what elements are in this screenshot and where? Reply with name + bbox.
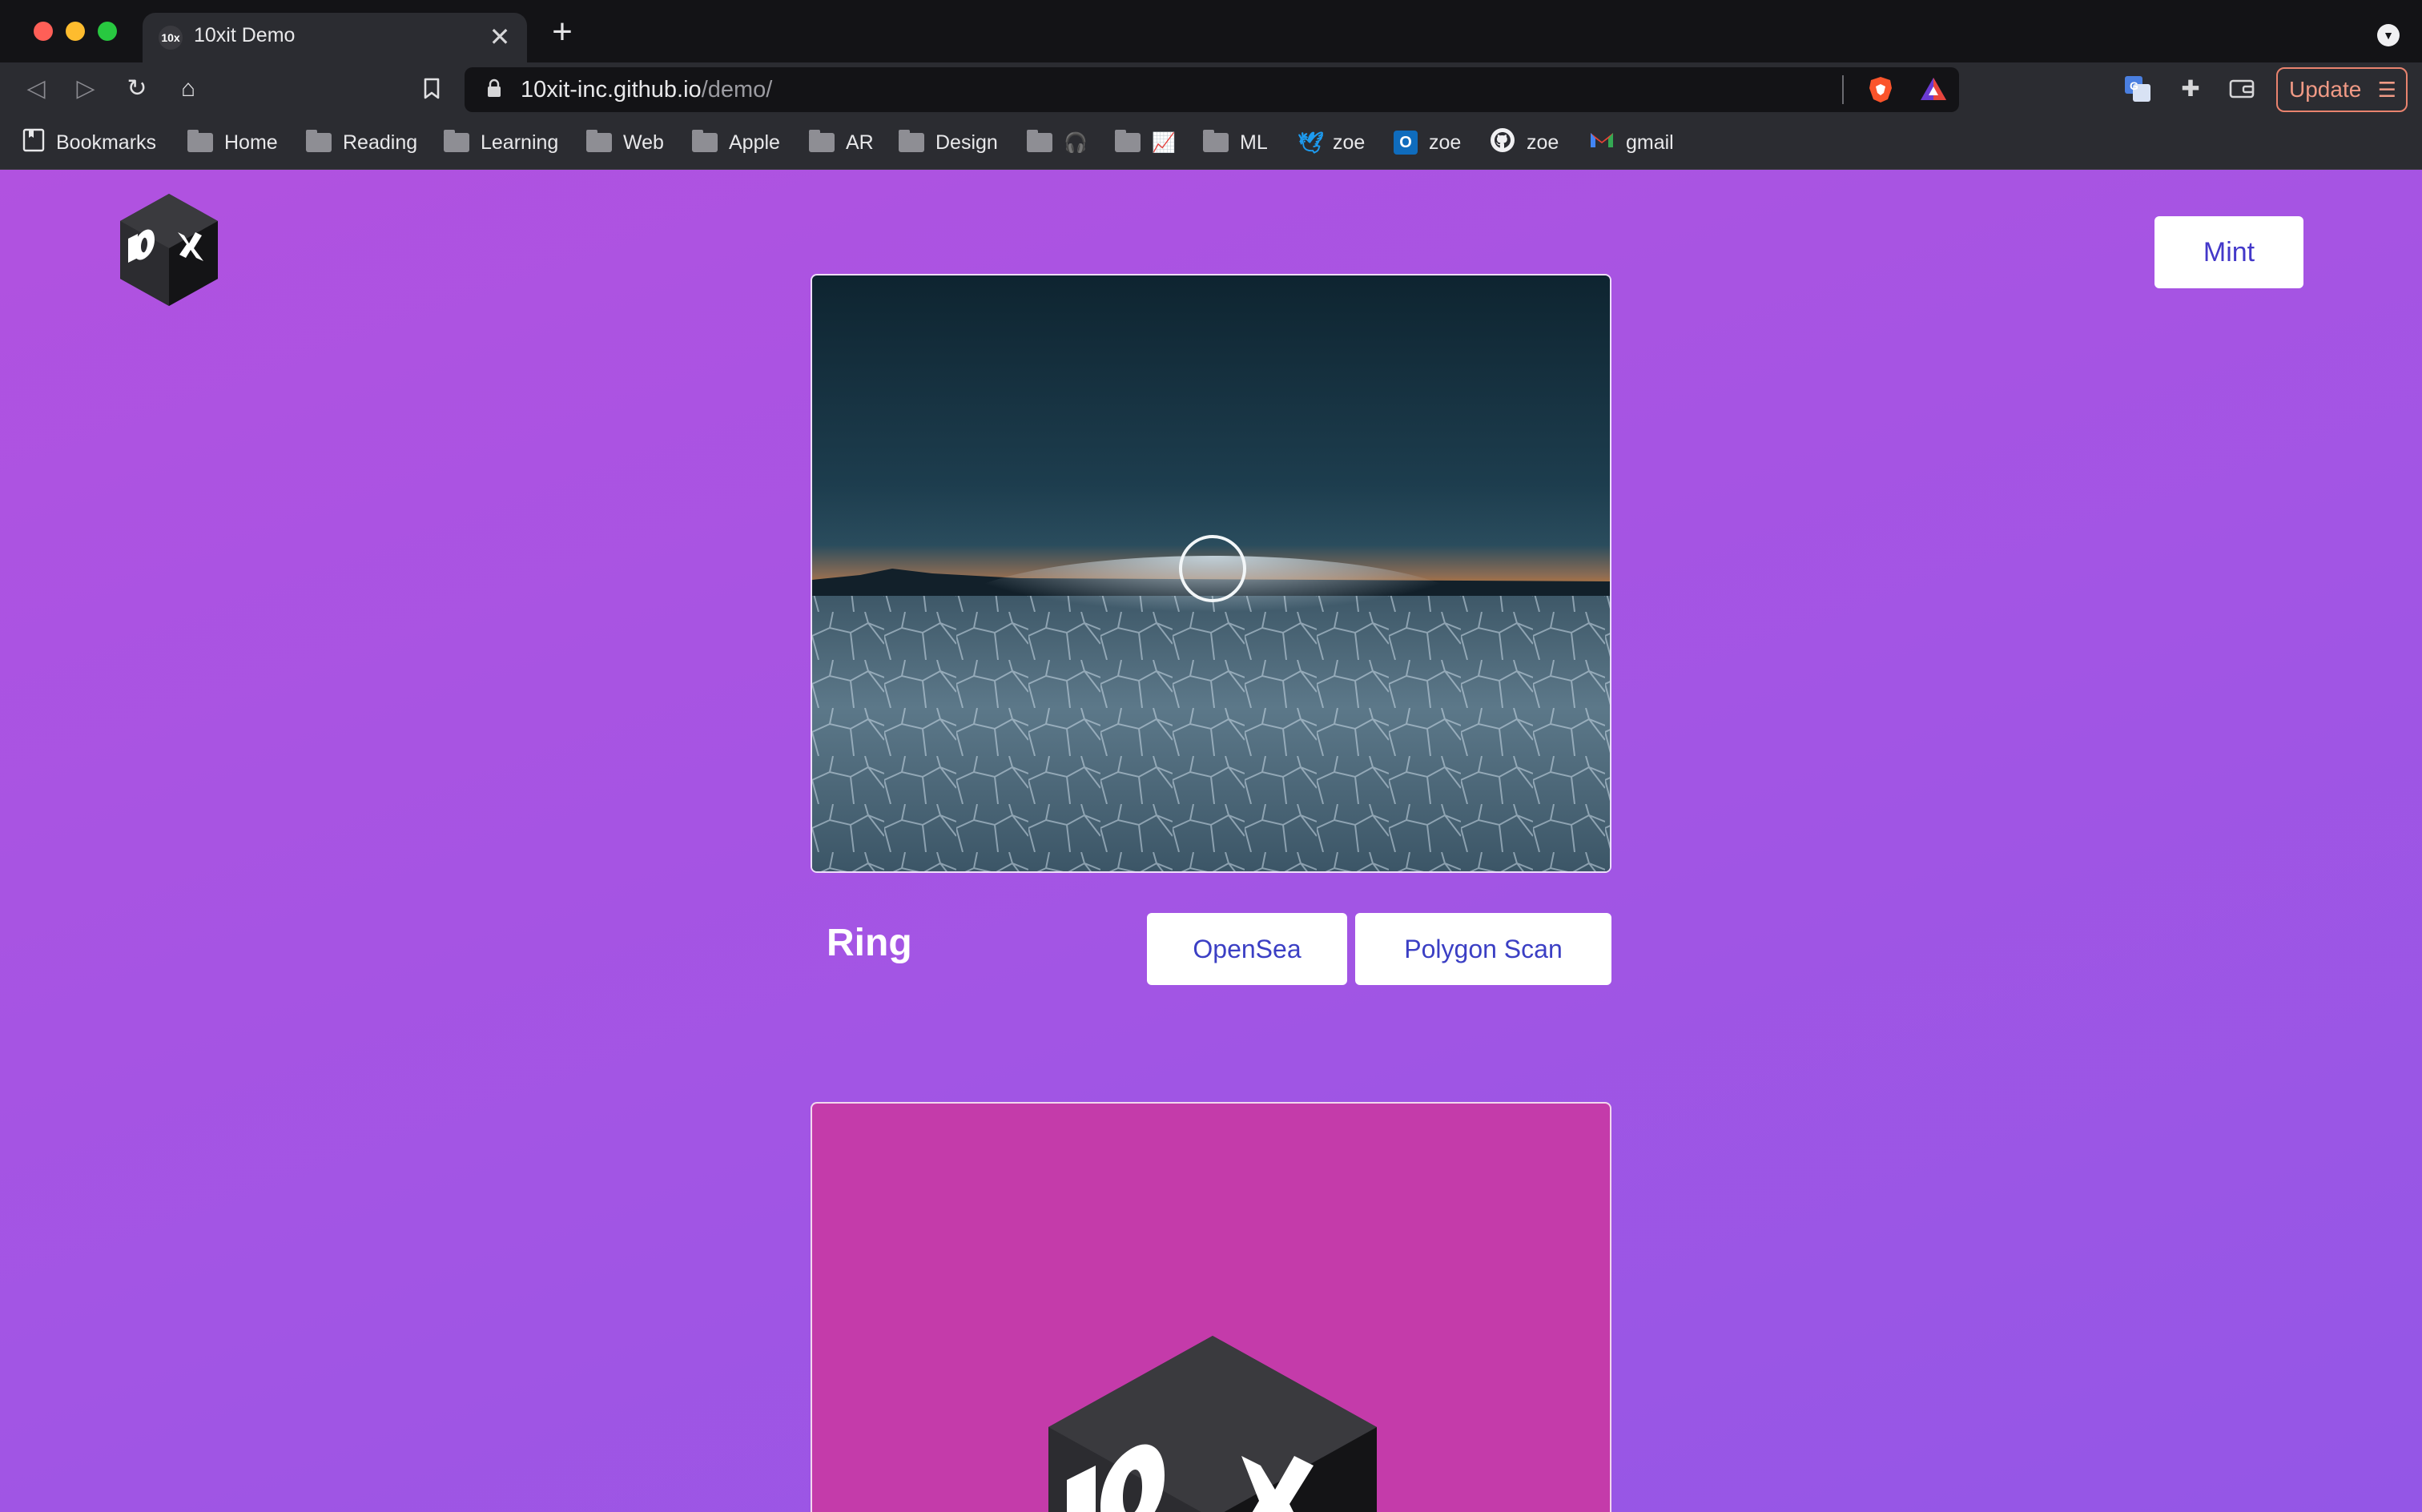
bookmark-item[interactable]: 🕊 zoe <box>1298 127 1365 159</box>
nft-ring-image <box>811 274 1611 873</box>
bookmark-folder[interactable]: ML <box>1203 127 1268 159</box>
bookmarks-icon <box>22 128 45 158</box>
extensions-puzzle-icon[interactable]: ✚ <box>2174 72 2207 106</box>
bookmark-label: Web <box>623 131 664 154</box>
bookmark-label: ML <box>1240 131 1268 154</box>
home-icon[interactable]: ⌂ <box>170 70 207 107</box>
gmail-icon <box>1589 130 1615 156</box>
bookmark-label: zoe <box>1429 131 1462 154</box>
tab-title: 10xit Demo <box>194 24 296 46</box>
address-bar[interactable]: 10xit-inc.github.io/demo/ <box>465 67 1959 112</box>
headphones-icon: 🎧 <box>1064 131 1088 154</box>
reload-icon[interactable]: ↻ <box>119 70 155 107</box>
bookmark-folder[interactable]: Apple <box>692 127 780 159</box>
nft-10x-cube-image <box>811 1102 1611 1512</box>
bookmark-label: Reading <box>343 131 418 154</box>
bookmark-page-icon[interactable] <box>413 70 450 107</box>
opensea-button[interactable]: OpenSea <box>1147 913 1347 985</box>
bookmark-folder[interactable]: 🎧 <box>1027 127 1088 159</box>
folder-icon <box>187 130 213 152</box>
bookmark-label: zoe <box>1527 131 1559 154</box>
minimize-window-button[interactable] <box>66 22 85 41</box>
outlook-icon: O <box>1394 131 1418 155</box>
svg-text:G: G <box>2130 79 2138 92</box>
page-content: Mint Ring OpenSea Polygon Scan <box>0 170 2422 1512</box>
folder-icon <box>306 130 332 152</box>
bookmark-label: zoe <box>1333 131 1366 154</box>
bookmarks-bar: Bookmarks Home Reading Learning Web Appl… <box>0 115 2422 170</box>
tab-search-chevron-icon[interactable]: ▼ <box>2377 24 2400 46</box>
update-button[interactable]: Update ☰ <box>2276 67 2408 112</box>
bookmark-label: Learning <box>481 131 559 154</box>
bookmark-item[interactable]: Ozoe <box>1394 127 1461 159</box>
update-label: Update <box>2289 77 2362 102</box>
browser-tab-strip: 10x 10xit Demo ✕ + ▼ <box>0 0 2422 62</box>
polygon-scan-button[interactable]: Polygon Scan <box>1355 913 1611 985</box>
bookmark-label: Apple <box>729 131 780 154</box>
bookmark-folder[interactable]: Web <box>586 127 664 159</box>
translate-icon[interactable]: G <box>2121 72 2154 106</box>
chart-icon: 📈 <box>1152 131 1176 154</box>
forward-arrow-icon[interactable]: ▷ <box>67 70 104 107</box>
url-path: /demo/ <box>701 77 773 103</box>
bookmark-folder[interactable]: AR <box>809 127 874 159</box>
bookmark-label: gmail <box>1626 131 1674 154</box>
bookmark-item[interactable]: Bookmarks <box>22 127 156 159</box>
nft-title: Ring <box>827 922 912 964</box>
bookmark-item[interactable]: gmail <box>1589 127 1674 159</box>
brave-shields-icon[interactable] <box>1866 75 1895 104</box>
zoom-window-button[interactable] <box>98 22 117 41</box>
url-text: 10xit-inc.github.io/demo/ <box>521 77 772 103</box>
url-host: 10xit-inc.github.io <box>521 77 702 103</box>
bookmark-label: Home <box>224 131 278 154</box>
tab-favicon-icon: 10x <box>159 26 183 50</box>
brave-rewards-icon[interactable] <box>1919 75 1948 104</box>
bookmark-label: Design <box>935 131 998 154</box>
folder-icon <box>586 130 612 152</box>
browser-tab[interactable]: 10x 10xit Demo ✕ <box>143 13 527 62</box>
back-arrow-icon[interactable]: ◁ <box>18 70 54 107</box>
folder-icon <box>1203 130 1229 152</box>
bookmark-label: Bookmarks <box>56 131 157 154</box>
bookmark-folder[interactable]: Learning <box>444 127 558 159</box>
lock-icon <box>487 78 501 98</box>
folder-icon <box>809 130 835 152</box>
folder-icon <box>899 130 924 152</box>
folder-icon <box>692 130 718 152</box>
browser-toolbar: ◁ ▷ ↻ ⌂ 10xit-inc.github.io/demo/ G ✚ Up… <box>0 62 2422 115</box>
wallet-icon[interactable] <box>2225 72 2259 106</box>
close-window-button[interactable] <box>34 22 53 41</box>
github-icon <box>1490 127 1515 159</box>
bookmark-folder[interactable]: Design <box>899 127 998 159</box>
folder-icon <box>1115 130 1141 152</box>
url-divider <box>1842 75 1844 104</box>
bookmark-label: AR <box>846 131 874 154</box>
menu-hamburger-icon: ☰ <box>2377 78 2396 102</box>
twitter-icon: 🕊 <box>1298 131 1325 155</box>
bookmark-folder[interactable]: Home <box>187 127 278 159</box>
bookmark-folder[interactable]: 📈 <box>1115 127 1176 159</box>
bookmark-item[interactable]: zoe <box>1490 127 1559 159</box>
folder-icon <box>444 130 469 152</box>
folder-icon <box>1027 130 1052 152</box>
10x-cube-logo[interactable] <box>117 192 221 308</box>
new-tab-button[interactable]: + <box>545 14 580 50</box>
tab-close-icon[interactable]: ✕ <box>484 21 516 53</box>
mint-button[interactable]: Mint <box>2154 216 2303 288</box>
bookmark-folder[interactable]: Reading <box>306 127 417 159</box>
